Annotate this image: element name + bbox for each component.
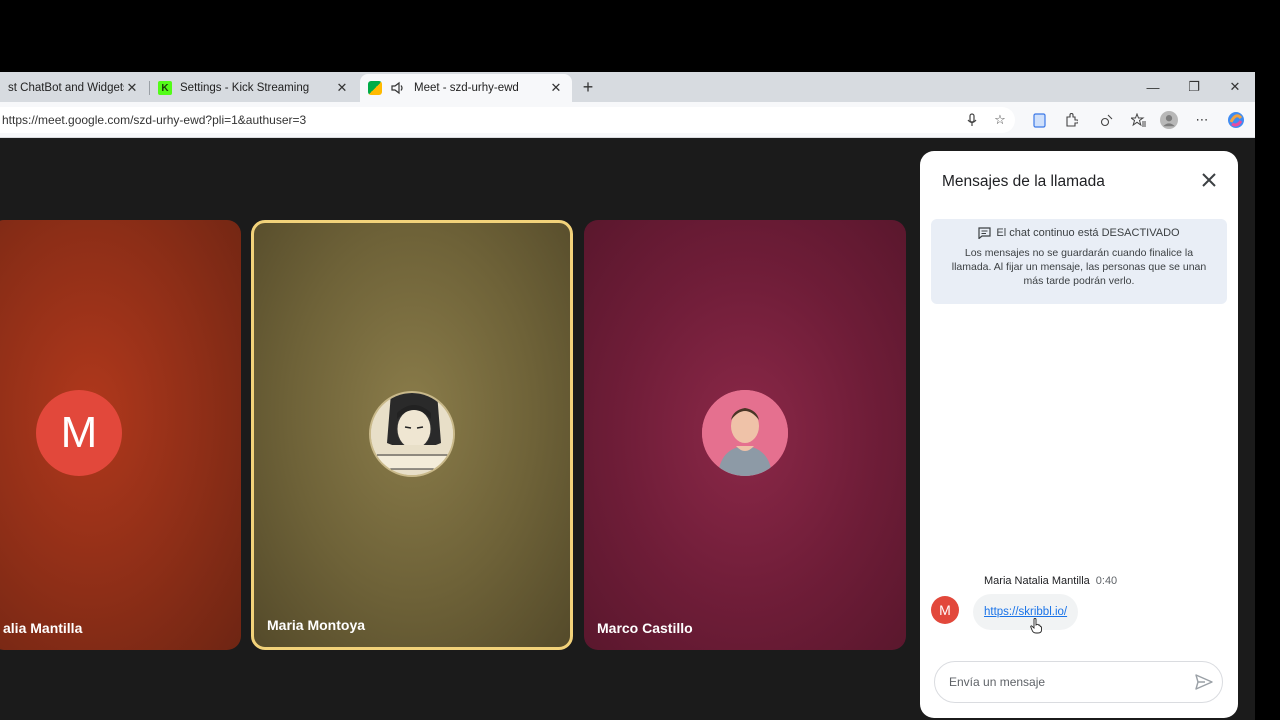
minimize-button[interactable]: —: [1133, 76, 1173, 98]
meeting-area: M alia Mantilla Maria Montoya Marco Cast…: [0, 138, 1255, 720]
meet-icon: [368, 81, 382, 95]
url-text: https://meet.google.com/szd-urhy-ewd?pli…: [2, 113, 307, 127]
screen-border-top: [0, 0, 1280, 72]
message-sender: Maria Natalia Mantilla: [984, 575, 1090, 587]
avatar: [369, 391, 455, 477]
new-tab-button[interactable]: +: [578, 76, 598, 98]
message-input[interactable]: [949, 675, 1186, 689]
close-icon[interactable]: ✕: [548, 80, 564, 96]
participant-tile-speaking[interactable]: Maria Montoya: [251, 220, 573, 650]
message-header: Maria Natalia Mantilla 0:40: [984, 575, 1117, 587]
avatar: [702, 390, 788, 476]
tab-title: Meet - szd-urhy-ewd: [414, 82, 519, 94]
browser-window: st ChatBot and Widgets fo ✕ K Settings -…: [0, 72, 1255, 720]
avatar: M: [36, 390, 122, 476]
close-window-button[interactable]: ✕: [1215, 76, 1255, 98]
more-icon[interactable]: ⋯: [1193, 111, 1211, 129]
participant-tile[interactable]: M alia Mantilla: [0, 220, 241, 650]
chat-panel: Mensajes de la llamada El chat continuo …: [920, 151, 1238, 718]
tab-chatbot[interactable]: st ChatBot and Widgets fo ✕: [0, 74, 148, 102]
screen-border-right: [1255, 72, 1280, 720]
close-icon: [1202, 173, 1216, 187]
kick-icon: K: [158, 81, 172, 95]
extensions-icon[interactable]: [1062, 111, 1080, 129]
send-button[interactable]: [1186, 664, 1222, 700]
tab-meet[interactable]: Meet - szd-urhy-ewd ✕: [360, 74, 572, 102]
mic-icon[interactable]: [963, 111, 981, 129]
participant-name: alia Mantilla: [3, 620, 83, 636]
maximize-button[interactable]: ❐: [1174, 76, 1214, 98]
notice-title: El chat continuo está DESACTIVADO: [996, 227, 1180, 239]
copilot-icon[interactable]: [1227, 111, 1245, 129]
close-icon[interactable]: ✕: [334, 80, 350, 96]
message-composer: [934, 661, 1223, 703]
participant-name: Marco Castillo: [597, 620, 693, 636]
continuous-chat-notice: El chat continuo está DESACTIVADO Los me…: [931, 219, 1227, 304]
chat-icon: [978, 227, 991, 239]
url-field[interactable]: https://meet.google.com/szd-urhy-ewd?pli…: [0, 107, 1015, 133]
message-time: 0:40: [1095, 575, 1118, 587]
hand-cursor-icon: [1030, 618, 1042, 634]
performance-icon[interactable]: [1098, 111, 1116, 129]
close-icon[interactable]: ✕: [124, 80, 140, 96]
notice-body: Los mensajes no se guardarán cuando fina…: [951, 247, 1207, 287]
tab-kick-settings[interactable]: K Settings - Kick Streaming ✕: [150, 74, 358, 102]
tab-title: Settings - Kick Streaming: [180, 82, 310, 94]
close-panel-button[interactable]: [1196, 167, 1222, 193]
speaker-icon[interactable]: [390, 81, 406, 95]
reading-view-icon[interactable]: [1030, 111, 1048, 129]
tab-title: st ChatBot and Widgets fo: [8, 82, 124, 94]
participant-tile[interactable]: Marco Castillo: [584, 220, 906, 650]
panel-title: Mensajes de la llamada: [942, 173, 1105, 190]
address-bar: https://meet.google.com/szd-urhy-ewd?pli…: [0, 102, 1255, 138]
message-avatar: M: [931, 596, 959, 624]
favorites-icon[interactable]: [1129, 111, 1147, 129]
participant-name: Maria Montoya: [267, 617, 366, 633]
profile-icon[interactable]: [1160, 111, 1178, 129]
message-link[interactable]: https://skribbl.io/: [973, 594, 1079, 630]
send-icon: [1195, 674, 1213, 690]
tab-strip: st ChatBot and Widgets fo ✕ K Settings -…: [0, 72, 1255, 102]
star-icon[interactable]: ☆: [991, 111, 1009, 129]
